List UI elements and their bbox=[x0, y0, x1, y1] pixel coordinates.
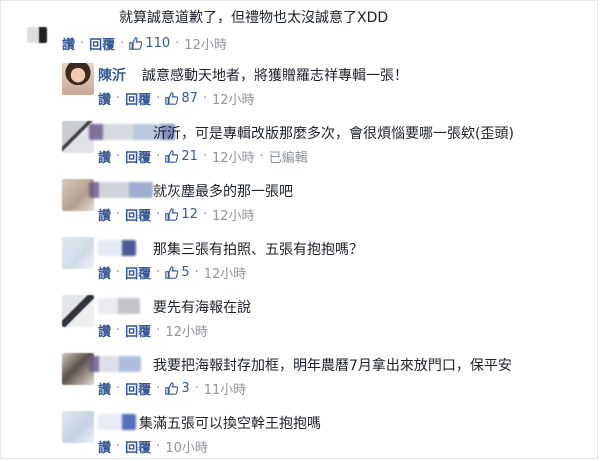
comment-actions: 讚 · 回覆 · 3 · 11小時 bbox=[98, 379, 246, 398]
like-button[interactable]: 讚 bbox=[62, 34, 75, 53]
like-button[interactable]: 讚 bbox=[98, 321, 111, 340]
like-button[interactable]: 讚 bbox=[98, 205, 111, 224]
reply-button[interactable]: 回覆 bbox=[89, 34, 115, 53]
separator: · bbox=[175, 36, 180, 51]
reply-button[interactable]: 回覆 bbox=[125, 147, 151, 166]
like-count[interactable]: 21 bbox=[165, 149, 198, 164]
thumbs-up-icon bbox=[165, 382, 179, 395]
reply-button[interactable]: 回覆 bbox=[125, 379, 151, 398]
comment-actions: 讚 · 回覆 · 10小時 bbox=[98, 437, 208, 456]
thumbs-up-icon bbox=[165, 92, 179, 105]
separator: · bbox=[156, 207, 161, 222]
timestamp[interactable]: 12小時 bbox=[184, 34, 227, 53]
like-count[interactable]: 87 bbox=[165, 91, 198, 106]
like-button[interactable]: 讚 bbox=[98, 379, 111, 398]
timestamp[interactable]: 12小時 bbox=[165, 321, 208, 340]
comment-actions: 讚 · 回覆 · 12小時 bbox=[98, 321, 208, 340]
avatar[interactable] bbox=[62, 237, 94, 269]
separator: · bbox=[156, 149, 161, 164]
commenter-name[interactable] bbox=[98, 414, 136, 430]
avatar[interactable] bbox=[27, 27, 47, 43]
separator: · bbox=[116, 439, 121, 454]
comment-thread: 就算誠意道歉了，但禮物也太沒誠意了XDD 讚 · 回覆 · 110 · 12小時… bbox=[0, 0, 598, 459]
separator: · bbox=[259, 149, 264, 164]
comment-actions: 讚 · 回覆 · 5 · 12小時 bbox=[98, 263, 246, 282]
commenter-name[interactable] bbox=[89, 356, 141, 372]
thumbs-up-icon bbox=[165, 150, 179, 163]
like-count[interactable]: 110 bbox=[129, 36, 170, 51]
separator: · bbox=[194, 265, 199, 280]
separator: · bbox=[116, 381, 121, 396]
separator: · bbox=[156, 265, 161, 280]
comment-text: 沂沂，可是專輯改版那麼多次，會很煩惱要哪一張欸(歪頭) bbox=[153, 126, 514, 142]
avatar[interactable] bbox=[62, 295, 94, 327]
separator: · bbox=[116, 323, 121, 338]
like-count-value: 87 bbox=[181, 91, 198, 106]
thumbs-up-icon bbox=[129, 37, 143, 50]
separator: · bbox=[156, 439, 161, 454]
separator: · bbox=[202, 207, 207, 222]
edited-label[interactable]: 已編輯 bbox=[269, 147, 308, 166]
thumbs-up-icon bbox=[165, 266, 179, 279]
reply-button[interactable]: 回覆 bbox=[125, 205, 151, 224]
like-count[interactable]: 5 bbox=[165, 265, 190, 280]
separator: · bbox=[120, 36, 125, 51]
comment-text: 我要把海報封存加框，明年農曆7月拿出來放門口，保平安 bbox=[153, 358, 512, 374]
thumbs-up-icon bbox=[165, 208, 179, 221]
separator: · bbox=[116, 265, 121, 280]
avatar[interactable] bbox=[62, 63, 94, 95]
like-button[interactable]: 讚 bbox=[98, 437, 111, 456]
timestamp[interactable]: 10小時 bbox=[165, 437, 208, 456]
separator: · bbox=[202, 91, 207, 106]
commenter-name[interactable] bbox=[89, 182, 153, 198]
like-count[interactable]: 12 bbox=[165, 207, 198, 222]
separator: · bbox=[202, 149, 207, 164]
comment-text: 那集三張有拍照、五張有抱抱嗎？ bbox=[153, 242, 363, 258]
like-count-value: 110 bbox=[145, 36, 171, 51]
separator: · bbox=[80, 36, 85, 51]
separator: · bbox=[194, 381, 199, 396]
like-button[interactable]: 讚 bbox=[98, 263, 111, 282]
timestamp[interactable]: 12小時 bbox=[212, 89, 255, 108]
reply-button[interactable]: 回覆 bbox=[125, 89, 151, 108]
like-count-value: 12 bbox=[181, 207, 198, 222]
like-button[interactable]: 讚 bbox=[98, 147, 111, 166]
like-count-value: 5 bbox=[181, 265, 190, 280]
separator: · bbox=[156, 381, 161, 396]
timestamp[interactable]: 11小時 bbox=[204, 379, 247, 398]
reply-button[interactable]: 回覆 bbox=[125, 321, 151, 340]
comment-text: 集滿五張可以換空幹王抱抱嗎 bbox=[139, 416, 321, 432]
comment-text: 就灰塵最多的那一張吧 bbox=[153, 184, 293, 200]
separator: · bbox=[116, 149, 121, 164]
commenter-name[interactable]: 陳沂 bbox=[98, 65, 126, 85]
timestamp[interactable]: 12小時 bbox=[212, 147, 255, 166]
reply-button[interactable]: 回覆 bbox=[125, 437, 151, 456]
separator: · bbox=[116, 91, 121, 106]
like-count-value: 21 bbox=[181, 149, 198, 164]
commenter-name[interactable] bbox=[98, 298, 140, 314]
timestamp[interactable]: 12小時 bbox=[212, 205, 255, 224]
like-count[interactable]: 3 bbox=[165, 381, 190, 396]
comment-actions: 讚 · 回覆 · 110 · 12小時 bbox=[62, 34, 227, 53]
separator: · bbox=[116, 207, 121, 222]
avatar[interactable] bbox=[62, 411, 94, 443]
comment-text: 就算誠意道歉了，但禮物也太沒誠意了XDD bbox=[119, 10, 389, 26]
timestamp[interactable]: 12小時 bbox=[204, 263, 247, 282]
comment-actions: 讚 · 回覆 · 12 · 12小時 bbox=[98, 205, 255, 224]
commenter-name[interactable] bbox=[98, 240, 136, 256]
comment-actions: 讚 · 回覆 · 87 · 12小時 bbox=[98, 89, 255, 108]
reply-button[interactable]: 回覆 bbox=[125, 263, 151, 282]
like-button[interactable]: 讚 bbox=[98, 89, 111, 108]
comment-text: 誠意感動天地者，將獲贈羅志祥專輯一張！ bbox=[142, 68, 408, 84]
like-count-value: 3 bbox=[181, 381, 190, 396]
separator: · bbox=[156, 91, 161, 106]
comment-text: 要先有海報在說 bbox=[153, 300, 251, 316]
comment-actions: 讚 · 回覆 · 21 · 12小時 · 已編輯 bbox=[98, 147, 308, 166]
separator: · bbox=[156, 323, 161, 338]
